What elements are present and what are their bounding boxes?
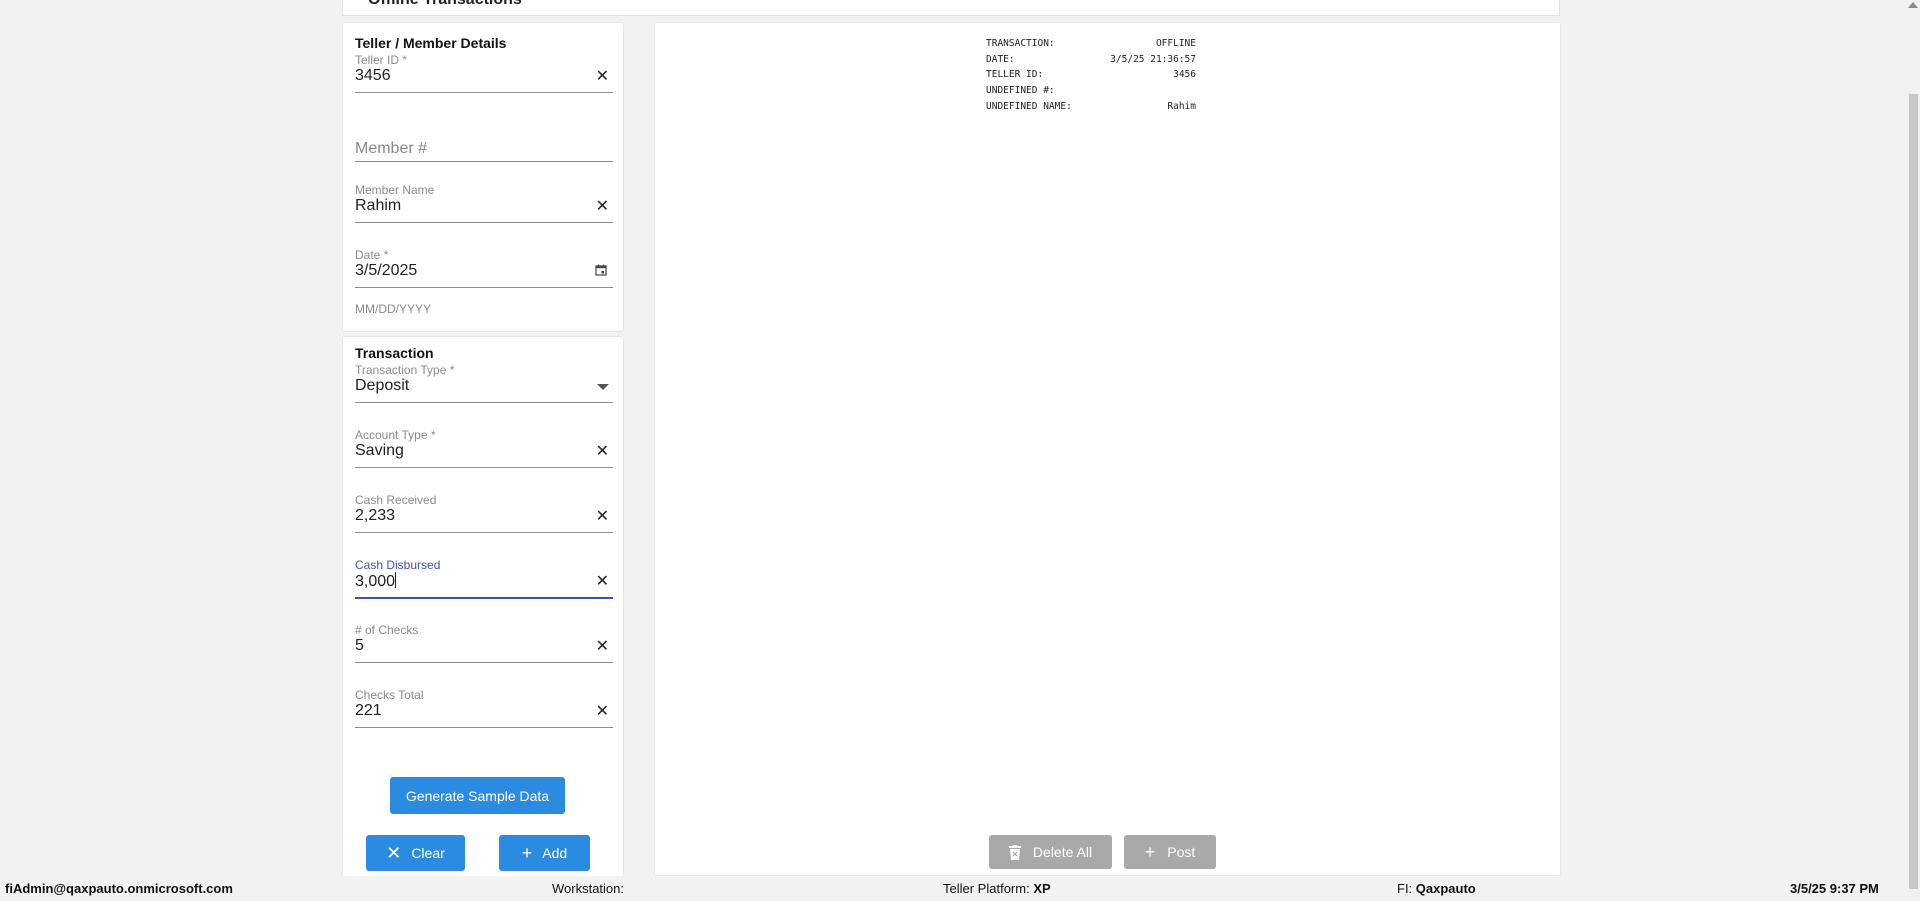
cash-received-value[interactable]: 2,233 [355,507,395,525]
receipt-row: DATE: 3/5/25 21:36:57 [986,52,1196,68]
teller-platform-value: XP [1033,881,1051,896]
date-format-hint: MM/DD/YYYY [355,302,432,316]
field-underline [355,662,613,663]
transaction-type-value[interactable]: Deposit [355,377,409,395]
receipt-row: UNDEFINED #: [986,83,1196,99]
clear-account-type-icon[interactable]: ✕ [596,442,609,462]
page-title: Offline Transactions [368,0,522,9]
member-number-placeholder[interactable]: Member # [355,140,427,158]
post-button-label: Post [1167,844,1196,860]
plus-icon: + [1144,842,1156,862]
date-value[interactable]: 3/5/2025 [355,262,417,280]
field-underline [355,727,613,728]
field-underline [355,597,613,599]
field-underline [355,402,613,403]
clear-button[interactable]: ✕ Clear [366,835,465,871]
num-checks-label: # of Checks [355,623,419,637]
clear-num-checks-icon[interactable]: ✕ [596,637,609,657]
account-type-value[interactable]: Saving [355,442,404,460]
cash-disbursed-value: 3,000 [355,573,396,590]
transaction-section-title: Transaction [355,345,434,361]
receipt-label: UNDEFINED NAME: [986,100,1072,112]
add-button-label: Add [542,845,568,861]
calendar-icon[interactable] [595,264,607,276]
teller-id-label: Teller ID * [355,53,408,67]
clear-button-label: Clear [411,845,445,861]
receipt-preview: TRANSACTION: OFFLINE DATE: 3/5/25 21:36:57 T… [986,36,1196,114]
delete-all-button[interactable]: Delete All [989,835,1112,869]
account-type-label: Account Type * [355,428,436,442]
receipt-label: TELLER ID: [986,69,1044,81]
text-cursor [395,572,397,588]
receipt-row: TELLER ID: 3456 [986,67,1196,83]
date-label: Date * [355,248,389,262]
field-underline [355,222,613,223]
fi-value: Qaxpauto [1415,881,1476,896]
checks-total-label: Checks Total [355,688,424,702]
teller-platform: Teller Platform: XP [943,881,1051,896]
receipt-value: 3/5/25 21:36:57 [1110,53,1196,65]
cash-disbursed-label: Cash Disbursed [355,558,441,572]
clear-checks-total-icon[interactable]: ✕ [596,702,609,722]
receipt-value: OFFLINE [1155,38,1196,49]
clear-member-name-icon[interactable]: ✕ [596,197,609,217]
generate-sample-data-label: Generate Sample Data [405,787,550,804]
member-name-value[interactable]: Rahim [355,197,401,215]
page-header: Offline Transactions [342,0,1560,16]
current-user: fiAdmin@qaxpauto.onmicrosoft.com [5,881,233,896]
add-button[interactable]: + Add [499,835,590,871]
caret-down-icon[interactable] [597,384,609,390]
trash-icon [1008,844,1021,860]
field-underline [355,467,613,468]
clear-teller-id-icon[interactable]: ✕ [596,67,609,87]
teller-id-value[interactable]: 3456 [355,67,391,85]
generate-sample-data-button[interactable]: Generate Sample Data [390,777,565,814]
status-datetime: 3/5/25 9:37 PM [1790,881,1879,896]
delete-all-label: Delete All [1032,844,1093,860]
scroll-up-icon[interactable] [1908,2,1918,8]
post-button[interactable]: + Post [1124,835,1216,869]
plus-icon: + [521,843,533,863]
receipt-label: UNDEFINED #: [986,85,1055,97]
receipt-value: Rahim [1167,100,1196,112]
fi-label: FI: [1397,881,1413,896]
checks-total-value[interactable]: 221 [355,702,382,720]
teller-platform-label: Teller Platform: [943,881,1030,896]
receipt-label: TRANSACTION: [986,38,1055,49]
num-checks-value[interactable]: 5 [355,637,364,655]
close-icon: ✕ [386,843,402,863]
workstation-label: Workstation: [552,881,625,896]
member-name-label: Member Name [355,183,435,197]
receipt-row: UNDEFINED NAME: Rahim [986,99,1196,115]
field-underline [355,92,613,93]
member-section-title: Teller / Member Details [355,35,507,51]
fi-info: FI: Qaxpauto [1397,881,1476,896]
clear-cash-received-icon[interactable]: ✕ [596,507,609,527]
field-underline [355,532,613,533]
clear-cash-disbursed-icon[interactable]: ✕ [596,572,609,592]
transaction-type-label: Transaction Type * [355,363,455,377]
receipt-row: TRANSACTION: OFFLINE [986,36,1196,52]
cash-disbursed-input[interactable]: 3,000 [355,572,397,591]
receipt-label: DATE: [986,53,1015,65]
field-underline [355,287,613,288]
scrollbar-thumb[interactable] [1909,94,1918,889]
field-underline [355,161,613,162]
status-bar: fiAdmin@qaxpauto.onmicrosoft.com Worksta… [0,876,1906,901]
cash-received-label: Cash Received [355,493,437,507]
member-details-card: Teller / Member Details Teller ID * 3456… [342,22,624,332]
receipt-preview-panel: TRANSACTION: OFFLINE DATE: 3/5/25 21:36:57 T… [654,22,1561,876]
receipt-value: 3456 [1173,69,1196,81]
